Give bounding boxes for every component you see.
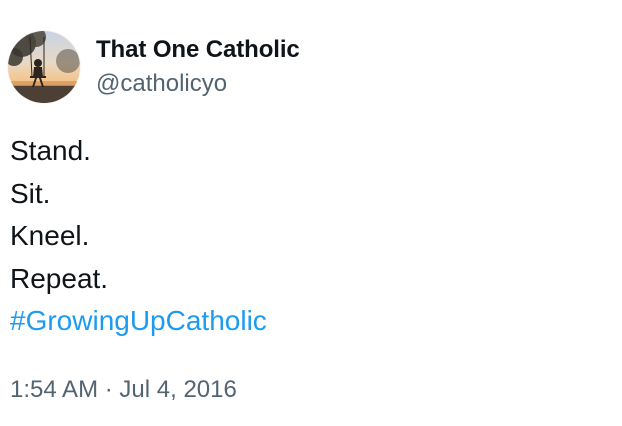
avatar[interactable] — [8, 31, 80, 103]
tweet-line: Stand. — [10, 135, 91, 166]
meta-separator: · — [104, 376, 120, 403]
tweet-time: 1:54 AM — [10, 376, 99, 403]
tweet-line: Repeat. — [10, 262, 109, 294]
tweet-timestamp[interactable]: 1:54 AM · Jul 4, 2016 — [10, 374, 237, 406]
tweet-text: Stand. Sit. Kneel. Repeat. #GrowingUpCat… — [10, 130, 267, 343]
user-handle[interactable]: @catholicyo — [96, 69, 300, 99]
profile-photo-icon — [8, 31, 80, 103]
display-name[interactable]: That One Catholic — [96, 35, 300, 65]
hashtag-link[interactable]: #GrowingUpCatholic — [10, 305, 267, 336]
tweet-header: That One Catholic @catholicyo — [8, 30, 300, 104]
tweet-card: That One Catholic @catholicyo Stand. Sit… — [0, 0, 622, 426]
tweet-date: Jul 4, 2016 — [119, 376, 237, 403]
author-names: That One Catholic @catholicyo — [96, 35, 300, 99]
tweet-line: Kneel. — [10, 220, 90, 251]
tweet-line: Sit. — [10, 177, 51, 209]
